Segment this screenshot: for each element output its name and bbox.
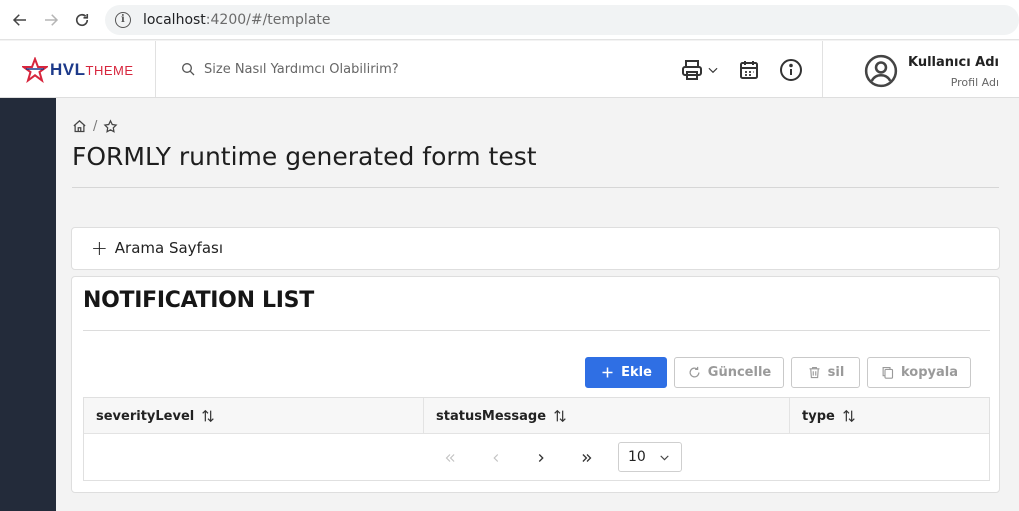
search-placeholder: Size Nasıl Yardımcı Olabilirim?: [204, 61, 399, 77]
calendar-icon: [740, 61, 758, 79]
search-panel-toggle[interactable]: + Arama Sayfası: [91, 236, 224, 260]
site-info-icon[interactable]: i: [114, 11, 131, 28]
update-button-label: Güncelle: [707, 365, 772, 380]
previous-page-button[interactable]: [485, 447, 507, 469]
first-page-button[interactable]: [439, 447, 461, 469]
header-search[interactable]: Size Nasıl Yardımcı Olabilirim?: [180, 61, 399, 77]
table-header: severityLevel statusMessage type: [84, 398, 989, 434]
copy-button[interactable]: kopyala: [867, 357, 971, 388]
home-icon[interactable]: [72, 119, 87, 134]
calendar-button[interactable]: [737, 57, 761, 83]
delete-button[interactable]: sil: [791, 357, 860, 388]
sidebar: [0, 98, 56, 511]
print-menu[interactable]: [680, 57, 720, 83]
search-icon: [182, 63, 195, 76]
delete-button-label: sil: [827, 365, 845, 380]
double-chevron-right-icon: [582, 454, 592, 462]
notification-list-panel: NOTIFICATION LIST Ekle Güncelle sil kopy…: [71, 276, 1000, 493]
search-panel: + Arama Sayfası: [71, 227, 1000, 270]
breadcrumb: /: [72, 119, 118, 134]
plus-icon: [602, 367, 613, 378]
copy-button-label: kopyala: [900, 365, 958, 380]
app-header: HVLTHEME Size Nasıl Yardımcı Olabilirim?…: [0, 41, 1019, 98]
reload-icon[interactable]: [71, 9, 93, 31]
user-menu[interactable]: Kullanıcı Adı Profil Adı: [864, 54, 999, 92]
search-panel-label: Arama Sayfası: [114, 239, 224, 257]
rows-per-page-value: 10: [628, 449, 646, 465]
column-label: statusMessage: [436, 408, 547, 424]
list-title: NOTIFICATION LIST: [83, 288, 314, 313]
add-button[interactable]: Ekle: [585, 357, 667, 388]
logo-text: HVLTHEME: [50, 60, 134, 79]
trash-icon: [809, 366, 820, 379]
title-divider: [72, 187, 999, 188]
column-header-type[interactable]: type: [790, 398, 989, 434]
refresh-icon: [689, 366, 700, 378]
info-button[interactable]: [779, 57, 803, 83]
printer-icon: [682, 60, 702, 80]
add-button-label: Ekle: [621, 365, 652, 380]
logo[interactable]: HVLTHEME: [22, 55, 134, 85]
notification-table: severityLevel statusMessage type 10: [83, 397, 990, 481]
sort-icon: [202, 409, 215, 423]
list-divider: [83, 330, 990, 331]
double-chevron-left-icon: [445, 454, 455, 462]
column-header-severity-level[interactable]: severityLevel: [84, 398, 424, 434]
info-icon: [780, 59, 802, 81]
breadcrumb-separator: /: [93, 119, 98, 134]
column-label: type: [802, 408, 835, 424]
forward-arrow-icon[interactable]: [40, 9, 62, 31]
logo-star-icon: [22, 57, 48, 83]
star-icon[interactable]: [103, 119, 118, 134]
plus-icon: +: [91, 236, 108, 260]
header-divider: [822, 41, 823, 97]
column-label: severityLevel: [96, 408, 195, 424]
sort-icon: [843, 409, 855, 423]
user-name: Kullanıcı Adı: [908, 55, 1000, 70]
browser-toolbar: i localhost:4200/#/template: [0, 0, 1019, 40]
chevron-down-icon: [708, 67, 718, 74]
update-button[interactable]: Güncelle: [674, 357, 784, 388]
address-bar[interactable]: i localhost:4200/#/template: [104, 4, 1019, 35]
user-avatar-icon: [864, 54, 898, 92]
last-page-button[interactable]: [576, 447, 598, 469]
copy-icon: [882, 366, 894, 379]
url-host: localhost: [142, 11, 206, 28]
paginator: 10: [84, 435, 989, 481]
chevron-down-icon: [660, 455, 669, 461]
url-path: :4200/#/template: [205, 11, 331, 28]
next-page-button[interactable]: [530, 447, 552, 469]
chevron-right-icon: [538, 454, 544, 462]
column-header-status-message[interactable]: statusMessage: [424, 398, 790, 434]
main-content: / FORMLY runtime generated form test + A…: [56, 98, 1019, 511]
chevron-left-icon: [493, 454, 499, 462]
header-divider: [155, 41, 156, 97]
page-title: FORMLY runtime generated form test: [72, 142, 537, 171]
rows-per-page-select[interactable]: 10: [618, 442, 682, 472]
back-arrow-icon[interactable]: [9, 9, 31, 31]
user-profile: Profil Adı: [950, 76, 1000, 89]
sort-icon: [554, 409, 566, 423]
